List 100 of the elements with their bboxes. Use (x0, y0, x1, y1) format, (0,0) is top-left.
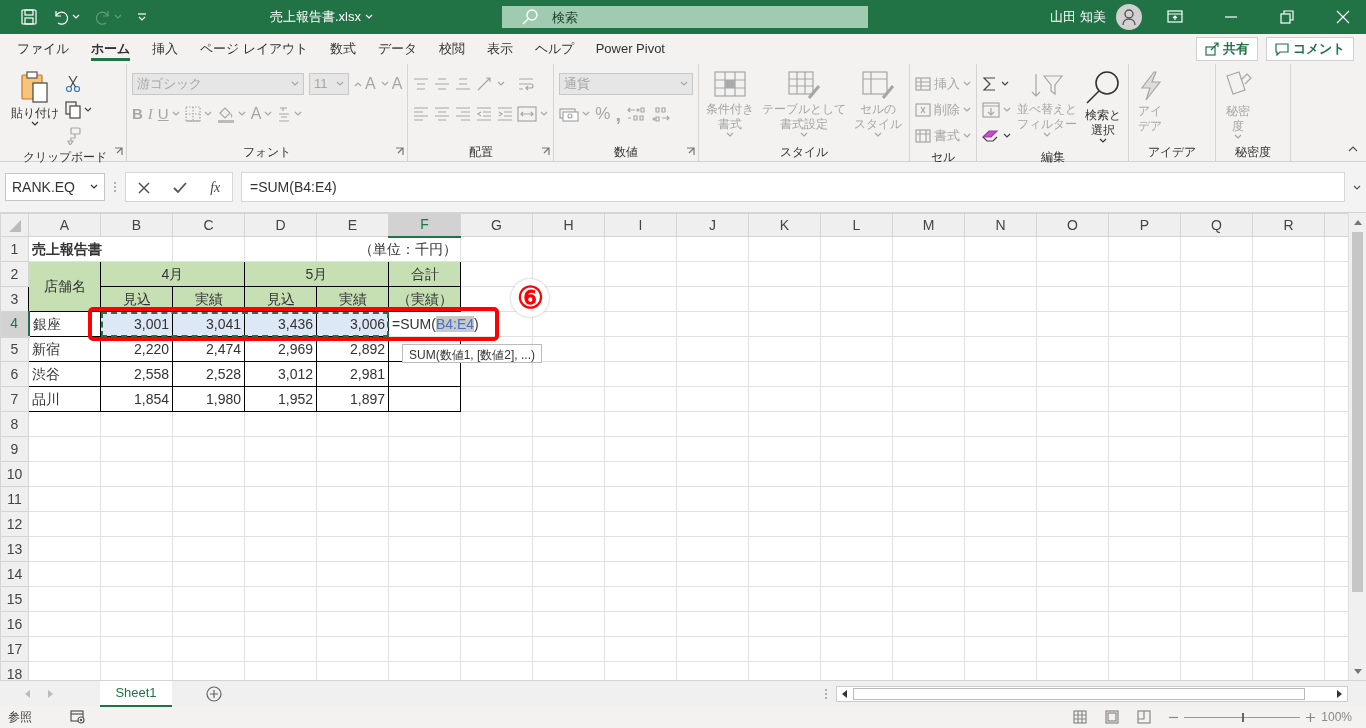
dialog-launcher-button[interactable] (395, 147, 405, 156)
share-icon (1205, 42, 1219, 56)
column-header[interactable]: G (460, 213, 533, 237)
row-header[interactable]: 11 (0, 486, 29, 512)
horizontal-scrollbar[interactable] (836, 685, 1348, 702)
zoom-thumb[interactable] (1242, 712, 1245, 722)
column-header[interactable]: Q (1180, 213, 1253, 237)
group-label: 編集 (1039, 149, 1066, 166)
name-box[interactable]: RANK.EQ (5, 173, 105, 201)
column-header[interactable]: D (244, 213, 317, 237)
scroll-thumb[interactable] (853, 687, 1305, 700)
launcher-icon (114, 147, 123, 156)
ribbon-tab[interactable]: 表示 (475, 34, 524, 64)
row-header[interactable]: 15 (0, 586, 29, 612)
ribbon-tab[interactable]: 挿入 (141, 34, 189, 64)
column-header[interactable]: C (172, 213, 245, 237)
undo-icon (52, 8, 70, 26)
page-break-button[interactable] (1137, 710, 1152, 724)
table-cell: 品川 (28, 386, 101, 412)
row-header[interactable]: 7 (0, 386, 29, 412)
row-header[interactable]: 8 (0, 411, 29, 437)
row-header[interactable]: 14 (0, 561, 29, 587)
dialog-launcher-button[interactable] (686, 147, 696, 156)
column-header[interactable]: B (100, 213, 173, 237)
sheet-tab[interactable]: Sheet1 (100, 680, 172, 707)
dialog-launcher-button[interactable] (541, 147, 551, 156)
save-button[interactable] (20, 8, 38, 26)
launcher-icon (541, 147, 551, 156)
column-header[interactable]: J (676, 213, 749, 237)
scroll-thumb[interactable] (1352, 232, 1363, 592)
table-cell: 4月 (100, 261, 245, 287)
align-right-icon (455, 106, 472, 122)
column-header[interactable]: R (1252, 213, 1325, 237)
ribbon-tab[interactable]: ヘルプ (523, 34, 585, 64)
paste-button[interactable]: 貼り付け (9, 68, 61, 129)
table-cell: 1,952 (244, 386, 317, 412)
plus-icon (206, 685, 222, 702)
row-header[interactable]: 16 (0, 611, 29, 637)
undo-button[interactable] (52, 8, 80, 26)
file-name-button[interactable]: 売上報告書.xlsx (270, 7, 502, 27)
row-header[interactable]: 2 (0, 261, 29, 287)
row-header[interactable]: 5 (0, 336, 29, 362)
customize-button[interactable] (136, 11, 148, 23)
group-label: 秘密度 (1235, 144, 1272, 161)
share-button[interactable]: 共有 (1196, 37, 1258, 61)
new-sheet-button[interactable] (206, 685, 222, 702)
scissors-icon (65, 75, 81, 93)
vertical-scrollbar[interactable] (1348, 213, 1366, 680)
find-select-button[interactable]: 検索と 選択 (1083, 68, 1124, 146)
insert-function-button[interactable]: fx (210, 176, 221, 198)
page-layout-button[interactable] (1105, 710, 1120, 724)
plus-icon (1306, 713, 1316, 723)
caret-up-icon (1348, 144, 1358, 152)
row-header[interactable]: 10 (0, 461, 29, 487)
scroll-down-icon (1353, 668, 1362, 675)
macro-record-button[interactable] (70, 710, 86, 724)
column-header[interactable]: P (1108, 213, 1181, 237)
normal-view-button[interactable] (1073, 710, 1088, 724)
column-header[interactable]: E (316, 213, 389, 237)
ribbon-tab[interactable]: ファイル (6, 34, 80, 64)
ribbon-tab[interactable]: 校閲 (427, 34, 476, 64)
row-header[interactable]: 12 (0, 511, 29, 537)
copy-button[interactable] (65, 99, 92, 121)
row-header[interactable]: 3 (0, 286, 29, 312)
ribbon-tab[interactable]: Power Pivot (584, 34, 676, 64)
scroll-right-icon (1337, 689, 1343, 698)
drag-handle-icon (113, 181, 117, 193)
row-header[interactable]: 17 (0, 636, 29, 662)
table-cell: 1,854 (100, 386, 173, 412)
column-header[interactable]: M (892, 213, 965, 237)
ribbon-tab[interactable]: 数式 (318, 34, 367, 64)
column-header[interactable]: L (820, 213, 893, 237)
ribbon-tab[interactable]: ホーム (80, 34, 141, 64)
row-header[interactable]: 13 (0, 536, 29, 562)
column-header[interactable]: N (964, 213, 1037, 237)
column-header[interactable]: O (1036, 213, 1109, 237)
cell-styles-icon (861, 70, 896, 100)
avatar-button[interactable] (1116, 4, 1142, 30)
group-label: 数値 (613, 144, 640, 161)
ribbon-tab[interactable]: データ (366, 34, 428, 64)
comment-button[interactable]: コメント (1266, 37, 1354, 61)
dialog-launcher-button[interactable] (114, 147, 123, 156)
save-icon (20, 8, 38, 26)
scroll-left-icon (841, 689, 847, 698)
fill-down-icon (982, 102, 1001, 118)
cut-button[interactable] (65, 73, 81, 95)
column-header[interactable]: F (388, 213, 461, 237)
column-header[interactable]: H (532, 213, 605, 237)
formula-field[interactable]: =SUM(B4:E4) (241, 172, 1345, 202)
conditional-format-icon (713, 70, 748, 100)
row-header[interactable]: 6 (0, 361, 29, 387)
column-header[interactable]: K (748, 213, 821, 237)
column-header[interactable]: A (28, 213, 101, 237)
row-header[interactable]: 9 (0, 436, 29, 462)
search-field[interactable]: 検索 (502, 6, 868, 28)
column-header[interactable]: I (604, 213, 677, 237)
insert-cells-icon (915, 77, 932, 91)
row-header[interactable]: 1 (0, 236, 29, 262)
ribbon-tab[interactable]: ページ レイアウト (189, 34, 319, 64)
row-header[interactable]: 4 (0, 311, 29, 337)
